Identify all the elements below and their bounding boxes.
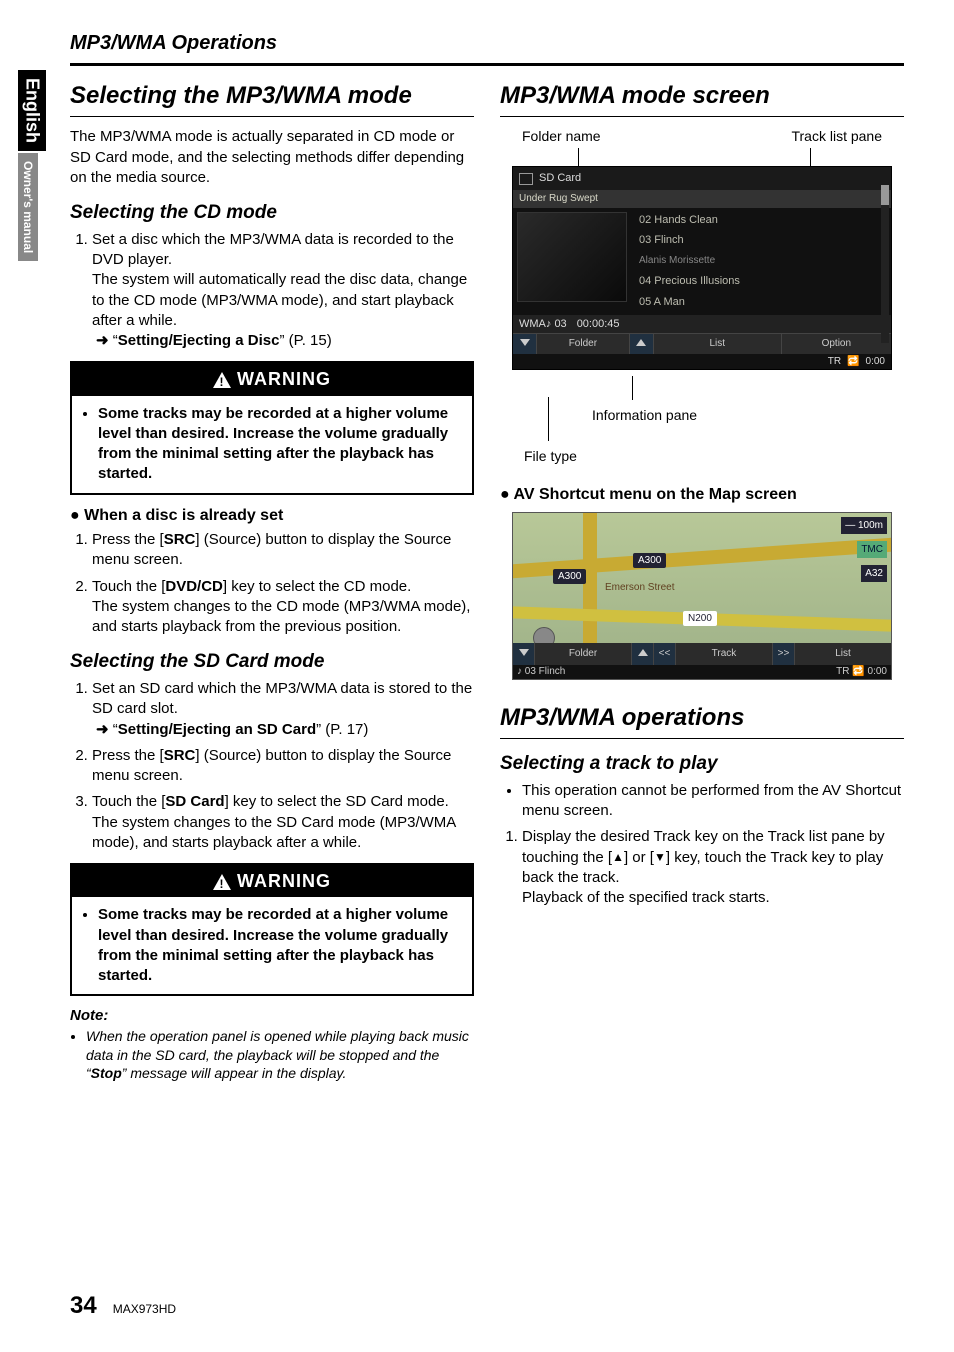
track-list[interactable]: 02 Hands Clean 03 Flinch Alanis Morisset… (631, 208, 891, 315)
folder-down-button[interactable] (513, 643, 535, 665)
a32-badge: A32 (861, 565, 887, 583)
status-track: ♪ 03 Flinch (517, 665, 565, 679)
model-number: MAX973HD (113, 1301, 176, 1317)
ref-setting-sd: “Setting/Ejecting an SD Card” (P. 17) (113, 721, 369, 738)
page-header: MP3/WMA Operations (70, 30, 904, 57)
warning-head: ! WARNING (72, 363, 472, 395)
tab-english: English (18, 70, 46, 151)
h1-selecting-mode: Selecting the MP3/WMA mode (70, 80, 474, 117)
sd-icon (519, 173, 533, 185)
svg-text:!: ! (220, 877, 225, 890)
footer-tr: TR (828, 355, 841, 369)
ops-note: This operation cannot be performed from … (522, 781, 904, 822)
h3-disc-already-set: When a disc is already set (70, 505, 474, 527)
page-number: 34 (70, 1290, 97, 1322)
a300-badge: A300 (633, 553, 666, 569)
list-button[interactable]: List (795, 643, 891, 665)
folder-down-button[interactable] (513, 334, 537, 354)
page-footer: 34 MAX973HD (70, 1270, 904, 1322)
track-prev-button[interactable]: << (654, 643, 676, 665)
h2-cd-mode: Selecting the CD mode (70, 200, 474, 226)
track-row[interactable]: 03 Flinch (635, 230, 887, 251)
cd-step-1: Set a disc which the MP3/WMA data is rec… (92, 230, 474, 352)
track-artist: Alanis Morissette (635, 251, 887, 271)
scrollbar[interactable] (881, 185, 889, 343)
sd-step-1: Set an SD card which the MP3/WMA data is… (92, 679, 474, 740)
label-file-type: File type (512, 447, 892, 466)
label-folder-name: Folder name (522, 127, 601, 146)
track-row[interactable]: 02 Hands Clean (635, 210, 887, 231)
mode-screen-shot: SD Card Under Rug Swept 02 Hands Clean 0… (512, 166, 892, 370)
folder-up-button[interactable] (632, 643, 654, 665)
shot-folder: Under Rug Swept (513, 190, 891, 208)
track-row[interactable]: 04 Precious Illusions (635, 271, 887, 292)
sd-step-2: Press the [SRC] (Source) button to displ… (92, 746, 474, 787)
svg-text:!: ! (220, 375, 225, 388)
map-scale: — 100m (841, 517, 887, 535)
track-label: Track (676, 643, 773, 665)
h1-operations: MP3/WMA operations (500, 702, 904, 739)
n200-badge: N200 (683, 611, 717, 627)
warning-1-text: Some tracks may be recorded at a higher … (98, 404, 462, 485)
label-info-pane: Information pane (512, 406, 892, 425)
footer-time: 0:00 (866, 355, 885, 369)
shot-source: SD Card (539, 171, 581, 186)
h3-av-shortcut: AV Shortcut menu on the Map screen (500, 484, 904, 506)
info-track: WMA♪ 03 (519, 317, 567, 332)
note-label: Note: (70, 1006, 474, 1026)
warning-box-1: ! WARNING Some tracks may be recorded at… (70, 361, 474, 494)
h1-mode-screen: MP3/WMA mode screen (500, 80, 904, 117)
already-step-1: Press the [SRC] (Source) button to displ… (92, 530, 474, 571)
up-triangle-icon: ▲ (612, 849, 624, 865)
map-shot: — 100m TMC A32 A300 A300 N200 Emerson St… (512, 512, 892, 680)
note-text: When the operation panel is opened while… (86, 1027, 474, 1084)
album-art (517, 212, 627, 302)
track-next-button[interactable]: >> (773, 643, 795, 665)
warning-triangle-icon: ! (213, 874, 231, 890)
warning-2-text: Some tracks may be recorded at a higher … (98, 905, 462, 986)
intro-text: The MP3/WMA mode is actually separated i… (70, 127, 474, 188)
right-column: MP3/WMA mode screen Folder name Track li… (500, 80, 904, 1270)
ref-setting-disc: “Setting/Ejecting a Disc” (P. 15) (113, 332, 332, 349)
tab-owners-manual: Owner's manual (18, 153, 38, 261)
left-column: Selecting the MP3/WMA mode The MP3/WMA m… (70, 80, 474, 1270)
street-label: Emerson Street (605, 581, 674, 595)
track-row[interactable]: 05 A Man (635, 292, 887, 313)
info-time: 00:00:45 (577, 317, 620, 332)
folder-label: Folder (537, 334, 630, 354)
list-button[interactable]: List (654, 334, 782, 354)
warning-box-2: ! WARNING Some tracks may be recorded at… (70, 863, 474, 996)
header-rule (70, 63, 904, 66)
arrow-icon: ➜ (96, 721, 109, 738)
warning-head: ! WARNING (72, 865, 472, 897)
option-button[interactable]: Option (782, 334, 891, 354)
folder-label: Folder (535, 643, 632, 665)
side-tabs: English Owner's manual (18, 70, 48, 263)
a300-badge: A300 (553, 569, 586, 585)
label-track-list-pane: Track list pane (791, 127, 882, 146)
ops-step-1: Display the desired Track key on the Tra… (522, 827, 904, 908)
down-triangle-icon: ▼ (654, 849, 666, 865)
h2-select-track: Selecting a track to play (500, 751, 904, 777)
warning-triangle-icon: ! (213, 372, 231, 388)
already-step-2: Touch the [DVD/CD] key to select the CD … (92, 577, 474, 638)
sd-step-3: Touch the [SD Card] key to select the SD… (92, 792, 474, 853)
arrow-icon: ➜ (96, 332, 109, 349)
folder-up-button[interactable] (630, 334, 654, 354)
tmc-badge: TMC (857, 541, 887, 559)
h2-sd-mode: Selecting the SD Card mode (70, 649, 474, 675)
